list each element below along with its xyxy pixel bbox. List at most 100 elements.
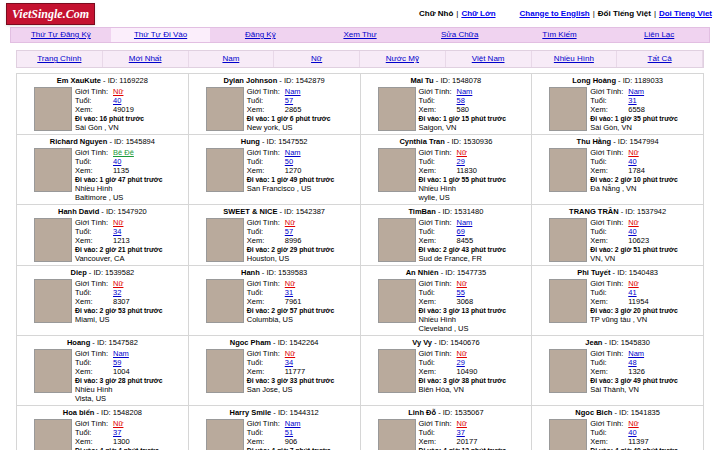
profile-card[interactable]: Dylan Johnson - ID: 1542879Giới Tính:Nam… xyxy=(189,74,361,135)
profile-title[interactable]: Ngoc Bich - ID: 1541835 xyxy=(535,408,700,417)
main-nav-tab[interactable]: Tìm Kiếm xyxy=(510,28,610,42)
age-link[interactable]: 34 xyxy=(285,358,293,367)
profile-photo[interactable] xyxy=(549,349,587,393)
profile-title[interactable]: TRANG TRẦN - ID: 1537942 xyxy=(535,207,700,216)
top-link[interactable]: Doi Tieng Viet xyxy=(659,8,712,20)
gender-link[interactable]: Nữ xyxy=(457,148,467,157)
profile-card[interactable]: Hanh - ID: 1539583Giới Tính:NữTuổi:31Xem… xyxy=(189,266,361,336)
age-link[interactable]: 59 xyxy=(113,358,121,367)
profile-title[interactable]: Ngoc Pham - ID: 1542264 xyxy=(192,338,357,347)
profile-title[interactable]: Jean - ID: 1545830 xyxy=(535,338,700,347)
profile-photo[interactable] xyxy=(206,419,244,450)
profile-photo[interactable] xyxy=(34,419,72,450)
profile-photo[interactable] xyxy=(34,87,72,131)
profile-card[interactable]: TRANG TRẦN - ID: 1537942Giới Tính:NữTuổi… xyxy=(532,205,704,266)
gender-link[interactable]: Nữ xyxy=(113,218,123,227)
age-link[interactable]: 55 xyxy=(457,288,465,297)
gender-link[interactable]: Nữ xyxy=(628,419,638,428)
profile-photo[interactable] xyxy=(549,148,587,192)
gender-link[interactable]: Nam xyxy=(628,349,644,358)
profile-card[interactable]: Cynthia Tran - ID: 1530936Giới Tính:NữTu… xyxy=(361,135,533,205)
gender-link[interactable]: Nữ xyxy=(285,349,295,358)
gender-link[interactable]: Nữ xyxy=(457,349,467,358)
age-link[interactable]: 40 xyxy=(628,157,636,166)
profile-card[interactable]: Hanh David - ID: 1547920Giới Tính:NữTuổi… xyxy=(17,205,189,266)
logo[interactable]: VietSingle.Com xyxy=(6,3,95,25)
profile-card[interactable]: Ngoc Bich - ID: 1541835Giới Tính:NữTuổi:… xyxy=(532,406,704,450)
age-link[interactable]: 51 xyxy=(285,428,293,437)
profile-photo[interactable] xyxy=(549,419,587,450)
profile-title[interactable]: Mai Tu - ID: 1548078 xyxy=(364,76,529,85)
profile-card[interactable]: Hoa biển - ID: 1548208Giới Tính:NữTuổi:3… xyxy=(17,406,189,450)
profile-photo[interactable] xyxy=(206,349,244,393)
profile-photo[interactable] xyxy=(549,279,587,323)
profile-photo[interactable] xyxy=(378,87,416,131)
top-link[interactable]: Chữ Lớn xyxy=(461,8,495,20)
age-link[interactable]: 29 xyxy=(457,358,465,367)
profile-card[interactable]: TimBan - ID: 1531480Giới Tính:NamTuổi:69… xyxy=(361,205,533,266)
gender-link[interactable]: Nữ xyxy=(113,279,123,288)
profile-card[interactable]: Jean - ID: 1545830Giới Tính:NamTuổi:48Xe… xyxy=(532,336,704,406)
gender-link[interactable]: Nam xyxy=(285,419,301,428)
profile-card[interactable]: Hoang - ID: 1547582Giới Tính:NamTuổi:59X… xyxy=(17,336,189,406)
profile-title[interactable]: Cynthia Tran - ID: 1530936 xyxy=(364,137,529,146)
profile-title[interactable]: Richard Nguyen - ID: 1545894 xyxy=(20,137,185,146)
profile-card[interactable]: SWEET & NICE - ID: 1542387Giới Tính:NữTu… xyxy=(189,205,361,266)
age-link[interactable]: 41 xyxy=(628,288,636,297)
profile-photo[interactable] xyxy=(378,419,416,450)
main-nav-tab[interactable]: Đăng Ký xyxy=(210,28,310,42)
profile-title[interactable]: Hanh - ID: 1539583 xyxy=(192,268,357,277)
sub-nav-tab[interactable]: Nữ xyxy=(274,51,360,67)
age-link[interactable]: 40 xyxy=(628,227,636,236)
age-link[interactable]: 57 xyxy=(285,96,293,105)
main-nav-tab[interactable]: Xem Thư xyxy=(310,28,410,42)
gender-link[interactable]: Nữ xyxy=(628,279,638,288)
sub-nav-tab[interactable]: Nước Mỹ xyxy=(360,51,446,67)
age-link[interactable]: 40 xyxy=(113,96,121,105)
gender-link[interactable]: Nữ xyxy=(457,419,467,428)
gender-link[interactable]: Nữ xyxy=(113,419,123,428)
profile-title[interactable]: Dylan Johnson - ID: 1542879 xyxy=(192,76,357,85)
profile-title[interactable]: Vy Vy - ID: 1540676 xyxy=(364,338,529,347)
profile-title[interactable]: TimBan - ID: 1531480 xyxy=(364,207,529,216)
profile-title[interactable]: Thu Hằng - ID: 1547994 xyxy=(535,137,700,146)
gender-link[interactable]: Nam xyxy=(285,87,301,96)
profile-card[interactable]: Phi Tuyết - ID: 1540483Giới Tính:NữTuổi:… xyxy=(532,266,704,336)
profile-photo[interactable] xyxy=(206,87,244,131)
profile-title[interactable]: Hung - ID: 1547552 xyxy=(192,137,357,146)
age-link[interactable]: 40 xyxy=(628,428,636,437)
profile-photo[interactable] xyxy=(206,218,244,262)
profile-card[interactable]: Diep - ID: 1539582Giới Tính:NữTuổi:32Xem… xyxy=(17,266,189,336)
age-link[interactable]: 58 xyxy=(457,96,465,105)
profile-card[interactable]: An Nhiên - ID: 1547735Giới Tính:NữTuổi:5… xyxy=(361,266,533,336)
profile-title[interactable]: Hoang - ID: 1547582 xyxy=(20,338,185,347)
sub-nav-tab[interactable]: Mới Nhất xyxy=(103,51,189,67)
profile-photo[interactable] xyxy=(34,148,72,192)
sub-nav-tab[interactable]: Việt Nam xyxy=(446,51,532,67)
profile-photo[interactable] xyxy=(206,148,244,192)
sub-nav-tab[interactable]: Trang Chính xyxy=(17,51,103,67)
profile-card[interactable]: Ngoc Pham - ID: 1542264Giới Tính:NữTuổi:… xyxy=(189,336,361,406)
age-link[interactable]: 50 xyxy=(285,157,293,166)
profile-photo[interactable] xyxy=(549,218,587,262)
gender-link[interactable]: Nam xyxy=(457,87,473,96)
profile-photo[interactable] xyxy=(34,218,72,262)
profile-card[interactable]: Long Hoàng - ID: 1189033Giới Tính:NamTuổ… xyxy=(532,74,704,135)
age-link[interactable]: 31 xyxy=(285,288,293,297)
main-nav-tab[interactable]: Sửa Chữa xyxy=(410,28,510,42)
gender-link[interactable]: Nam xyxy=(628,87,644,96)
profile-card[interactable]: Mai Tu - ID: 1548078Giới Tính:NamTuổi:58… xyxy=(361,74,533,135)
gender-link[interactable]: Nữ xyxy=(113,87,123,96)
age-link[interactable]: 37 xyxy=(113,428,121,437)
profile-photo[interactable] xyxy=(378,349,416,393)
profile-photo[interactable] xyxy=(378,218,416,262)
profile-photo[interactable] xyxy=(34,349,72,393)
gender-link[interactable]: Nam xyxy=(285,148,301,157)
profile-title[interactable]: Harry Smile - ID: 1544312 xyxy=(192,408,357,417)
profile-card[interactable]: Hung - ID: 1547552Giới Tính:NamTuổi:50Xe… xyxy=(189,135,361,205)
gender-link[interactable]: Nữ xyxy=(628,218,638,227)
profile-title[interactable]: An Nhiên - ID: 1547735 xyxy=(364,268,529,277)
age-link[interactable]: 34 xyxy=(113,227,121,236)
profile-photo[interactable] xyxy=(378,279,416,323)
profile-card[interactable]: Harry Smile - ID: 1544312Giới Tính:NamTu… xyxy=(189,406,361,450)
